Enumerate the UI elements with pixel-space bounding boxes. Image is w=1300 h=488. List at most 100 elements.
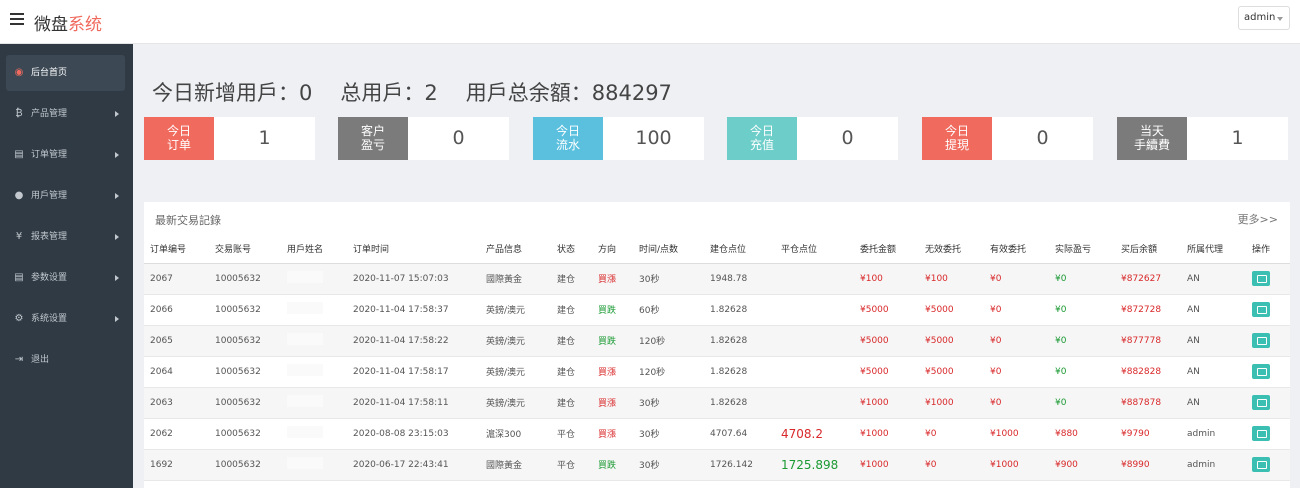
- new-users-today: 今日新增用戶：0: [152, 81, 313, 105]
- stat-label-line: 手續費: [1133, 138, 1170, 152]
- agent-cell: AN: [1181, 325, 1246, 357]
- total-balance: 用戶总余額：884297: [465, 81, 672, 105]
- sidebar-item-1[interactable]: ◉ 后台首页: [6, 55, 125, 91]
- sidebar-item-label: 退出: [31, 355, 50, 365]
- stat-label-line: 充值: [749, 138, 774, 152]
- sidebar-item-label: 后台首页: [31, 68, 68, 78]
- table-row[interactable]: 2064 10005632 2020-11-04 17:58:17 英鎊/澳元 建仓 買漲…: [144, 356, 1290, 388]
- view-detail-button[interactable]: [1252, 333, 1270, 348]
- table-row[interactable]: 2062 10005632 2020-08-08 23:15:03 滬深300 平仓 買漲…: [144, 418, 1290, 450]
- menu-toggle-icon[interactable]: [10, 13, 24, 27]
- action-cell: [1246, 387, 1290, 419]
- invalid-cell: ¥5000: [919, 325, 984, 357]
- table-row[interactable]: 2066 10005632 2020-11-04 17:58:37 英鎊/澳元 建仓 買跌…: [144, 294, 1290, 326]
- account-cell: 10005632: [209, 263, 281, 295]
- amount-cell: ¥1000: [854, 387, 919, 419]
- view-detail-button[interactable]: [1252, 271, 1270, 286]
- sidebar-item-6[interactable]: ▤ 参数设置: [6, 260, 125, 296]
- stat-card: 当天 手續費 1: [1117, 117, 1288, 160]
- balance-cell: ¥9790: [1115, 418, 1181, 450]
- view-detail-button[interactable]: [1252, 364, 1270, 379]
- status-cell: 建仓: [551, 263, 592, 295]
- product-cell: 英鎊/澳元: [480, 294, 551, 326]
- period-cell: 30秒: [633, 263, 704, 295]
- table-header-row: 订单编号 交易账号 用戶姓名 订单时间 产品信息 状态 方向 时间/点数 建仓点位 平仓点位 委托金…: [144, 235, 1290, 264]
- view-detail-button[interactable]: [1252, 426, 1270, 441]
- view-detail-button[interactable]: [1252, 302, 1270, 317]
- open-price-cell: 1.82628: [704, 387, 775, 419]
- sidebar-item-7[interactable]: ⚙ 系统设置: [6, 301, 125, 337]
- amount-cell: ¥5000: [854, 325, 919, 357]
- product-cell: 國際黃金: [480, 263, 551, 295]
- open-price-cell: 1726.142: [704, 449, 775, 481]
- amount-cell: ¥5000: [854, 356, 919, 388]
- chevron-right-icon: [115, 234, 119, 240]
- stat-label-line: 提現: [944, 138, 969, 152]
- column-header: 状态: [551, 235, 592, 264]
- order-id-cell: 2062: [144, 418, 209, 450]
- stat-value: 1: [258, 127, 271, 149]
- trades-table: 订单编号 交易账号 用戶姓名 订单时间 产品信息 状态 方向 时间/点数 建仓点位 平仓点位 委托金…: [144, 235, 1290, 481]
- action-cell: [1246, 263, 1290, 295]
- user-name-cell: [281, 325, 347, 357]
- chevron-right-icon: [115, 111, 119, 117]
- column-header: 所属代理: [1181, 235, 1246, 264]
- yen-icon: ¥: [15, 231, 23, 242]
- amount-cell: ¥1000: [854, 418, 919, 450]
- agent-cell: admin: [1181, 418, 1246, 450]
- more-link[interactable]: 更多>>: [1238, 211, 1278, 227]
- account-cell: 10005632: [209, 387, 281, 419]
- sidebar-item-4[interactable]: ● 用戶管理: [6, 178, 125, 214]
- redacted-name: [287, 364, 323, 376]
- view-detail-button[interactable]: [1252, 457, 1270, 472]
- view-detail-button[interactable]: [1252, 395, 1270, 410]
- sidebar-item-3[interactable]: ▤ 订单管理: [6, 137, 125, 173]
- balance-cell: ¥882828: [1115, 356, 1181, 388]
- stat-label-line: 今日: [944, 124, 969, 138]
- sidebar-item-2[interactable]: ₿ 产品管理: [6, 96, 125, 132]
- stat-value: 1: [1231, 127, 1244, 149]
- invalid-cell: ¥0: [919, 418, 984, 450]
- sidebar-item-5[interactable]: ¥ 报表管理: [6, 219, 125, 255]
- account-cell: 10005632: [209, 356, 281, 388]
- agent-cell: AN: [1181, 294, 1246, 326]
- gears-icon: ⚙: [14, 313, 24, 324]
- stat-card: 今日 订单 1: [144, 117, 315, 160]
- sidebar-item-label: 订单管理: [31, 150, 68, 160]
- balance-cell: ¥877778: [1115, 325, 1181, 357]
- table-row[interactable]: 2065 10005632 2020-11-04 17:58:22 英鎊/澳元 建仓 買跌…: [144, 325, 1290, 357]
- close-price-cell: 1725.898: [775, 449, 854, 481]
- bitcoin-icon: ₿: [15, 108, 23, 119]
- pnl-cell: ¥0: [1049, 356, 1115, 388]
- column-header: 平仓点位: [775, 235, 854, 264]
- amount-cell: ¥100: [854, 263, 919, 295]
- table-row[interactable]: 1692 10005632 2020-06-17 22:43:41 國際黃金 平仓 買跌 3…: [144, 449, 1290, 481]
- valid-cell: ¥0: [984, 387, 1049, 419]
- amount-cell: ¥5000: [854, 294, 919, 326]
- stat-label-line: 今日: [749, 124, 774, 138]
- sidebar-item-label: 报表管理: [31, 232, 68, 242]
- product-cell: 英鎊/澳元: [480, 387, 551, 419]
- panel-title: 最新交易記錄: [155, 214, 221, 227]
- column-header: 建仓点位: [704, 235, 775, 264]
- order-id-cell: 2066: [144, 294, 209, 326]
- period-cell: 120秒: [633, 356, 704, 388]
- redacted-name: [287, 457, 323, 469]
- period-cell: 30秒: [633, 387, 704, 419]
- valid-cell: ¥0: [984, 294, 1049, 326]
- order-id-cell: 2064: [144, 356, 209, 388]
- invalid-cell: ¥0: [919, 449, 984, 481]
- order-time-cell: 2020-08-08 23:15:03: [347, 418, 480, 450]
- table-row[interactable]: 2063 10005632 2020-11-04 17:58:11 英鎊/澳元 建仓 買漲…: [144, 387, 1290, 419]
- redacted-name: [287, 302, 323, 314]
- user-menu-dropdown[interactable]: admin: [1238, 6, 1290, 30]
- balance-cell: ¥8990: [1115, 449, 1181, 481]
- stat-value: 100: [635, 127, 672, 149]
- table-row[interactable]: 2067 10005632 2020-11-07 15:07:03 國際黃金 建仓 買漲 3…: [144, 263, 1290, 295]
- copy-icon: ▤: [14, 149, 24, 160]
- sidebar-item-8[interactable]: ⇥ 退出: [6, 342, 125, 378]
- sidebar-item-label: 产品管理: [31, 109, 68, 119]
- valid-cell: ¥0: [984, 263, 1049, 295]
- stat-label-line: 订单: [166, 138, 191, 152]
- sidebar-item-label: 系统设置: [31, 314, 68, 324]
